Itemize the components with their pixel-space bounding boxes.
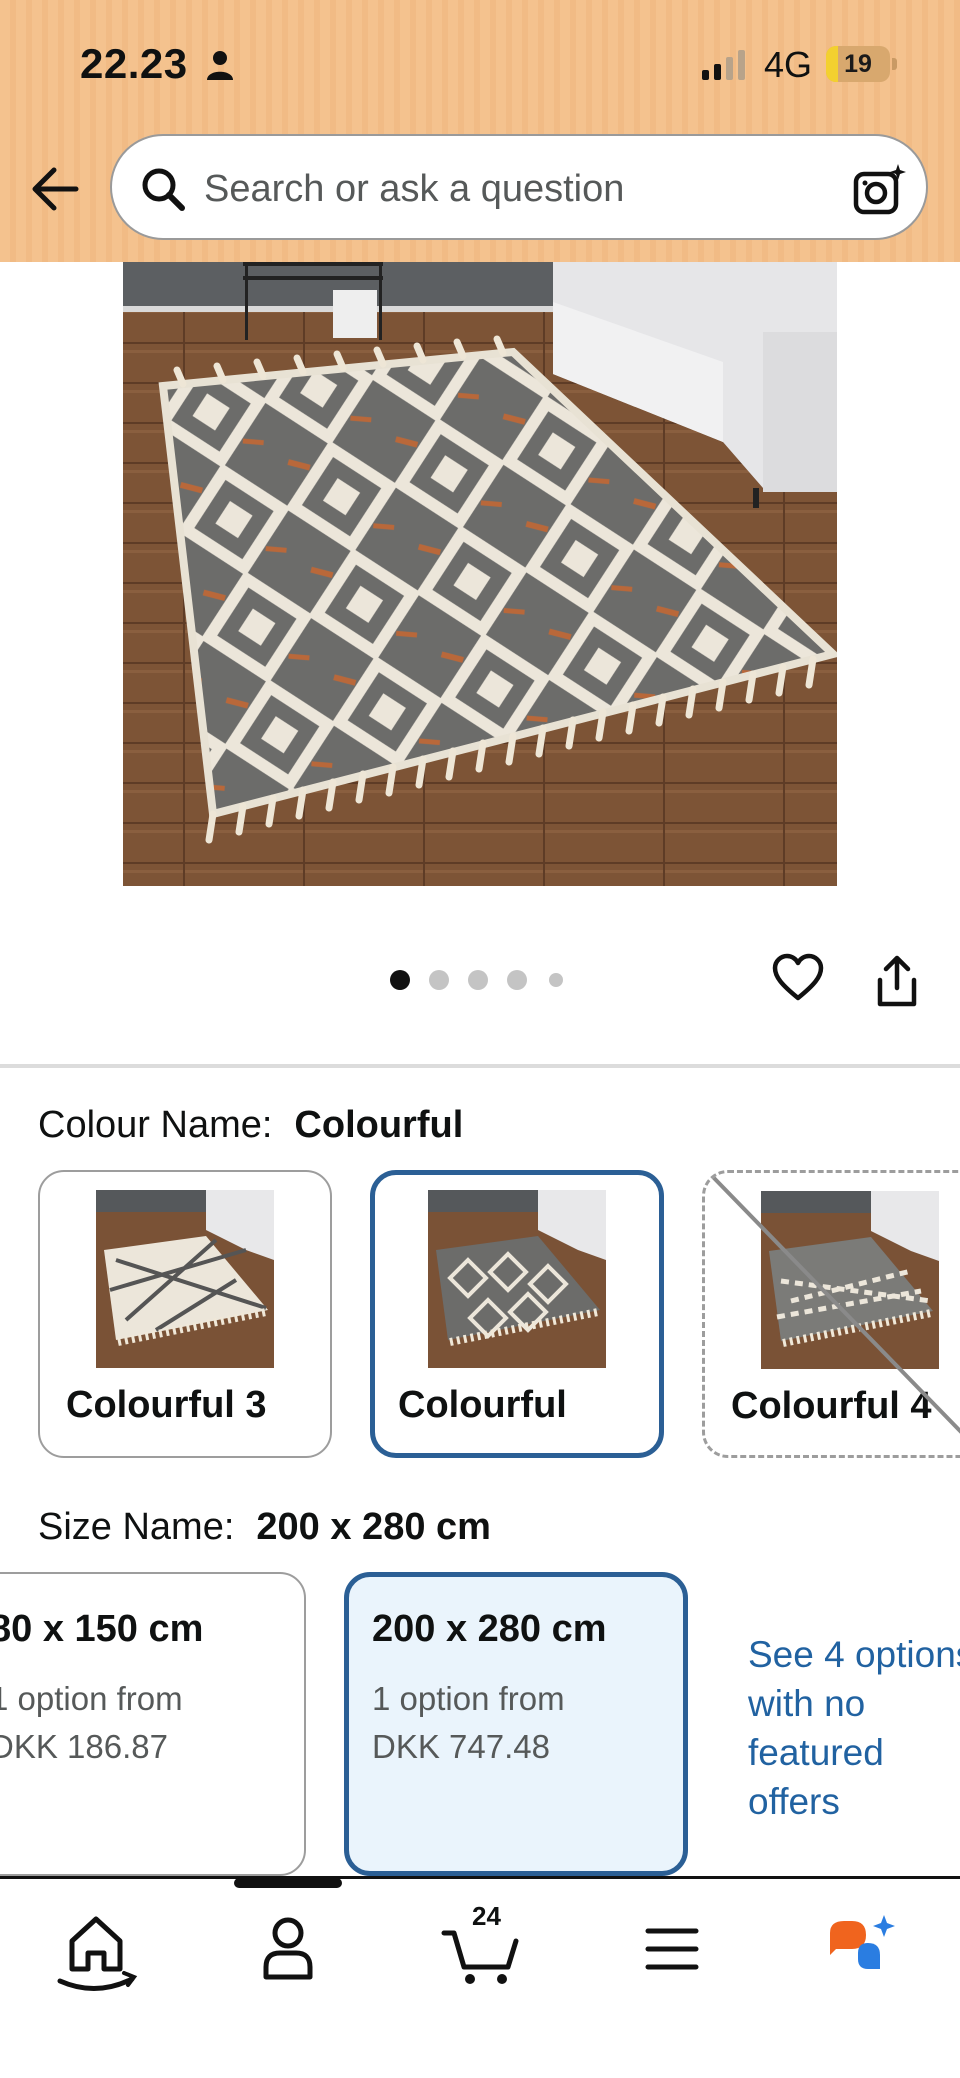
size-option-200x280[interactable]: 200 x 280 cm 1 option from DKK 747.48 <box>344 1572 688 1876</box>
size-option-title: 80 x 150 cm <box>0 1608 204 1650</box>
size-option-line1: 1 option from <box>0 1680 183 1717</box>
cart-count: 24 <box>472 1901 501 1931</box>
heart-icon[interactable] <box>772 952 824 1004</box>
search-placeholder: Search or ask a question <box>204 168 625 210</box>
size-name-label: Size Name: <box>38 1506 235 1548</box>
account-icon[interactable] <box>238 1897 338 1997</box>
camera-search-icon[interactable] <box>852 162 908 218</box>
battery-level: 19 <box>844 50 872 78</box>
search-icon <box>142 168 185 211</box>
home-icon[interactable] <box>46 1897 146 1997</box>
carousel-dot[interactable] <box>549 973 563 987</box>
size-name-row: Size Name: 200 x 280 cm <box>38 1506 491 1549</box>
battery-icon: 19 <box>826 46 897 82</box>
swatch-thumbnail <box>761 1191 939 1369</box>
colour-swatch-colourful[interactable]: Colourful <box>370 1170 664 1458</box>
colour-swatch-colourful-4[interactable]: Colourful 4 <box>702 1170 960 1458</box>
colour-swatch-colourful-3[interactable]: Colourful 3 <box>38 1170 332 1458</box>
carousel-dot[interactable] <box>507 970 527 990</box>
product-image[interactable] <box>123 262 837 886</box>
signal-icon <box>702 50 745 80</box>
size-option-price: DKK 186.87 <box>0 1728 168 1765</box>
bottom-navigation: 24 <box>0 1876 960 2078</box>
person-icon <box>207 51 233 80</box>
status-time: 22.23 <box>80 40 188 87</box>
search-input[interactable]: Search or ask a question <box>110 134 928 240</box>
active-tab-indicator <box>234 1878 342 1888</box>
cart-button[interactable]: 24 <box>430 1897 530 1997</box>
size-option-80x150[interactable]: 80 x 150 cm 1 option from DKK 186.87 <box>0 1572 306 1876</box>
back-arrow-icon[interactable] <box>30 166 80 212</box>
header: 22.23 4G 19 Search or ask a question <box>0 0 960 262</box>
swatch-thumbnail <box>96 1190 274 1368</box>
network-type: 4G <box>764 44 813 85</box>
swatch-label: Colourful 3 <box>66 1384 267 1426</box>
rug-photo <box>123 262 837 886</box>
size-name-value: 200 x 280 cm <box>256 1506 491 1548</box>
size-option-line1: 1 option from <box>372 1680 565 1717</box>
colour-name-value: Colourful <box>294 1104 464 1146</box>
image-carousel-dots[interactable] <box>390 970 580 994</box>
swatch-label: Colourful 4 <box>731 1385 932 1427</box>
share-icon[interactable] <box>874 954 920 1008</box>
swatch-label: Colourful <box>398 1384 567 1426</box>
status-bar: 22.23 4G 19 <box>0 0 960 120</box>
section-divider <box>0 1064 960 1068</box>
carousel-dot[interactable] <box>468 970 488 990</box>
menu-icon[interactable] <box>622 1897 722 1997</box>
swatch-thumbnail <box>428 1190 606 1368</box>
colour-name-row: Colour Name: Colourful <box>38 1104 463 1147</box>
carousel-dot[interactable] <box>390 970 410 990</box>
colour-name-label: Colour Name: <box>38 1104 273 1146</box>
size-option-price: DKK 747.48 <box>372 1728 550 1765</box>
see-more-options-link[interactable]: See 4 options with no featured offers <box>748 1630 960 1826</box>
carousel-dot[interactable] <box>429 970 449 990</box>
size-option-title: 200 x 280 cm <box>372 1608 607 1650</box>
rufus-icon[interactable] <box>814 1897 914 1997</box>
